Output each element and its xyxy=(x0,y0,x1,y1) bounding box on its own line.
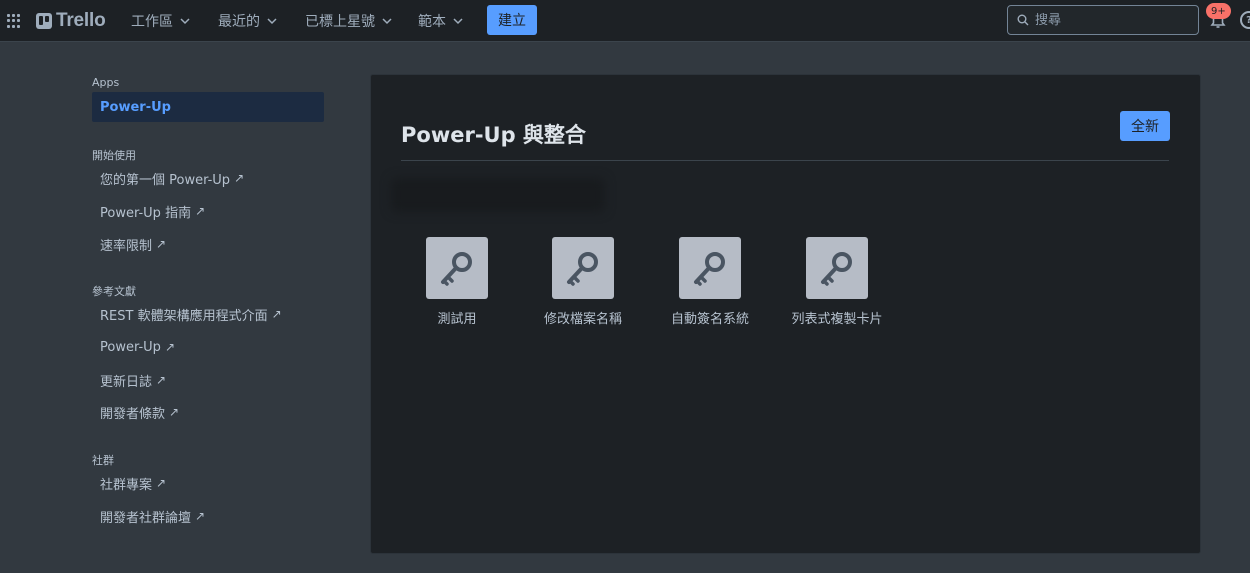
create-button[interactable]: 建立 xyxy=(487,5,537,35)
chevron-down-icon xyxy=(180,18,190,25)
power-up-name: 修改檔案名稱 xyxy=(543,312,622,327)
sidebar-item-power-up[interactable]: Power-Up xyxy=(92,92,324,122)
external-link-icon: ↗ xyxy=(156,476,167,490)
external-link-icon: ↗ xyxy=(195,509,206,523)
power-up-tile[interactable]: 修改檔案名稱 xyxy=(523,237,643,327)
nav-workspaces[interactable]: 工作區 xyxy=(131,11,191,31)
key-icon xyxy=(679,237,741,299)
sidebar-item-label: Power-Up xyxy=(100,339,161,355)
chevron-down-icon xyxy=(382,18,392,25)
sidebar-item-rate-limits[interactable]: 速率限制 ↗ xyxy=(92,229,324,259)
top-navigation-bar: Trello 工作區 最近的 已標上星號 範本 建立 9+ ? xyxy=(0,0,1250,42)
page-title: Power-Up 與整合 xyxy=(401,123,586,147)
logo-text: Trello xyxy=(56,10,106,31)
nav-templates[interactable]: 範本 xyxy=(418,11,464,31)
sidebar-item-label: 速率限制 xyxy=(100,238,153,254)
sidebar-item-community-projects[interactable]: 社群專案 ↗ xyxy=(92,468,324,498)
sidebar-item-rest-api[interactable]: REST 軟體架構應用程式介面 ↗ xyxy=(92,299,324,329)
sidebar-item-label: 您的第一個 Power-Up xyxy=(100,172,231,188)
app-switcher-icon[interactable] xyxy=(7,14,21,28)
chevron-down-icon xyxy=(453,18,463,25)
sidebar-item-label: 開發者社群論壇 xyxy=(100,510,192,526)
sidebar-item-label: 更新日誌 xyxy=(100,374,153,390)
sidebar-item-developer-forum[interactable]: 開發者社群論壇 ↗ xyxy=(92,501,324,531)
trello-board-icon xyxy=(36,13,52,29)
key-icon xyxy=(552,237,614,299)
search-input[interactable] xyxy=(1035,12,1185,28)
nav-recent[interactable]: 最近的 xyxy=(218,11,278,31)
power-up-tile[interactable]: 自動簽名系統 xyxy=(650,237,770,327)
power-up-name: 測試用 xyxy=(437,312,477,327)
search-icon xyxy=(1017,14,1029,26)
power-up-name: 自動簽名系統 xyxy=(670,312,749,327)
sidebar-item-label: 開發者條款 xyxy=(100,406,166,422)
external-link-icon: ↗ xyxy=(156,373,167,387)
sidebar-item-label: Power-Up 指南 xyxy=(100,205,192,221)
sidebar-item-first-power-up[interactable]: 您的第一個 Power-Up ↗ xyxy=(92,163,324,193)
key-icon xyxy=(426,237,488,299)
external-link-icon: ↗ xyxy=(169,405,180,419)
section-heading-community: 社群 xyxy=(92,454,114,467)
nav-label: 範本 xyxy=(418,14,446,30)
power-ups-panel: Power-Up 與整合 全新 測試用 修改檔案名稱 自動簽名系統 列表式複製卡… xyxy=(370,74,1201,554)
new-power-up-button[interactable]: 全新 xyxy=(1120,111,1170,141)
redacted-area xyxy=(391,178,605,212)
sidebar-item-label: 社群專案 xyxy=(100,477,153,493)
nav-starred[interactable]: 已標上星號 xyxy=(305,11,393,31)
search-box[interactable] xyxy=(1007,5,1199,35)
section-heading-getting-started: 開始使用 xyxy=(92,149,136,162)
sidebar-item-developer-terms[interactable]: 開發者條款 ↗ xyxy=(92,397,324,427)
nav-label: 工作區 xyxy=(131,14,173,30)
nav-label: 最近的 xyxy=(218,14,260,30)
section-heading-reference: 參考文獻 xyxy=(92,285,136,298)
trello-logo[interactable]: Trello xyxy=(36,10,106,31)
key-icon xyxy=(806,237,868,299)
external-link-icon: ↗ xyxy=(164,340,175,354)
sidebar-item-power-up-guide[interactable]: Power-Up 指南 ↗ xyxy=(92,196,324,226)
external-link-icon: ↗ xyxy=(156,237,167,251)
sidebar-item-changelog[interactable]: 更新日誌 ↗ xyxy=(92,365,324,395)
external-link-icon: ↗ xyxy=(271,307,282,321)
notification-count-badge: 9+ xyxy=(1206,3,1231,19)
external-link-icon: ↗ xyxy=(234,171,245,185)
sidebar-item-label: Power-Up xyxy=(100,99,171,115)
sidebar-item-label: REST 軟體架構應用程式介面 xyxy=(100,308,268,324)
external-link-icon: ↗ xyxy=(195,204,206,218)
sidebar-item-power-up-ref[interactable]: Power-Up ↗ xyxy=(92,332,324,362)
power-up-tile[interactable]: 列表式複製卡片 xyxy=(777,237,897,327)
title-divider xyxy=(401,160,1169,161)
power-up-name: 列表式複製卡片 xyxy=(791,312,883,327)
section-heading-apps: Apps xyxy=(92,76,120,89)
nav-label: 已標上星號 xyxy=(305,14,375,30)
help-icon[interactable]: ? xyxy=(1240,11,1250,29)
chevron-down-icon xyxy=(267,18,277,25)
power-up-tile[interactable]: 測試用 xyxy=(397,237,517,327)
